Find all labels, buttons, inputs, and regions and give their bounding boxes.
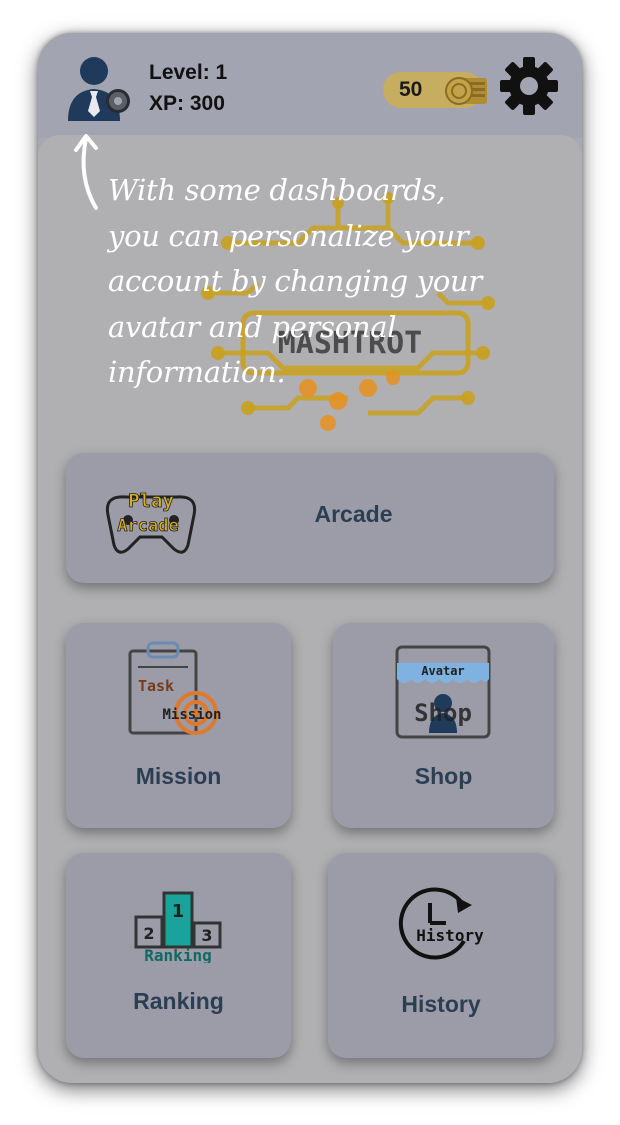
history-icon-text: History — [416, 926, 484, 945]
coin-stack-icon — [445, 77, 487, 105]
tooltip-line: information. — [108, 355, 286, 389]
history-card[interactable]: History History — [328, 853, 554, 1058]
ranking-card[interactable]: 1 2 3 Ranking Ranking — [66, 853, 291, 1058]
user-gear-icon[interactable] — [64, 53, 136, 123]
shop-icon-text-1: Avatar — [421, 664, 464, 678]
arcade-icon-text-2: Arcade — [117, 516, 178, 536]
tooltip-arrow-icon — [74, 134, 98, 210]
ranking-podium-icon: 1 2 3 Ranking — [134, 891, 222, 963]
avatar-shop-icon: Avatar Shop — [395, 645, 491, 739]
arcade-card[interactable]: Play Arcade Arcade — [66, 453, 554, 583]
xp-text: XP: 300 — [149, 92, 225, 115]
tooltip-line: avatar and personal — [108, 309, 397, 344]
tooltip-line: account by changing your — [108, 264, 482, 298]
ranking-icon-text: Ranking — [144, 946, 211, 963]
mission-card[interactable]: Task Mission Mission — [66, 623, 291, 828]
game-controller-icon: Play Arcade — [105, 490, 197, 554]
tooltip-line: you can personalize your — [108, 218, 469, 253]
history-clock-icon: History — [398, 887, 484, 960]
level-text: Level: 1 — [149, 61, 228, 84]
coin-count: 50 — [399, 78, 423, 101]
history-label: History — [401, 991, 481, 1017]
top-bar: Level: 1 XP: 300 50 — [38, 33, 582, 138]
mission-icon-text-2: Mission — [162, 707, 221, 723]
task-mission-icon: Task Mission — [128, 641, 222, 735]
rank-1-text: 1 — [172, 901, 185, 922]
rank-2-text: 2 — [143, 924, 154, 943]
arcade-icon-text-1: Play — [128, 490, 174, 512]
coin-balance[interactable]: 50 — [383, 72, 487, 108]
arcade-label: Arcade — [314, 501, 393, 527]
rank-3-text: 3 — [201, 926, 212, 945]
shop-label: Shop — [414, 763, 473, 789]
mission-icon-text-1: Task — [138, 677, 174, 695]
tooltip-line: With some dashboards, — [108, 173, 446, 207]
shop-card[interactable]: Avatar Shop Shop — [333, 623, 554, 828]
gear-icon[interactable] — [498, 55, 560, 117]
shop-icon-text-2: Shop — [414, 699, 472, 727]
ranking-label: Ranking — [133, 988, 224, 1014]
tutorial-tooltip: With some dashboards, you can personaliz… — [108, 168, 528, 396]
mission-label: Mission — [135, 763, 222, 789]
